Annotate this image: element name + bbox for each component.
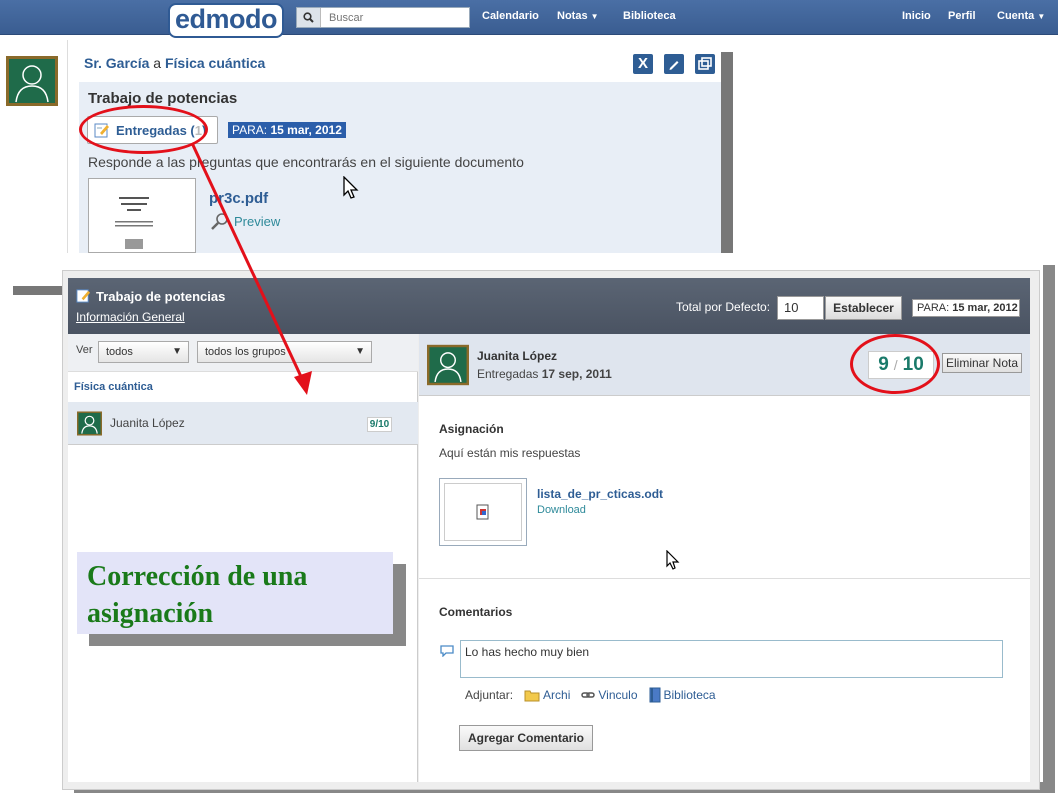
group-name: Física cuántica xyxy=(74,381,153,393)
establecer-button[interactable]: Establecer xyxy=(825,296,902,320)
panel-shadow xyxy=(13,286,65,295)
caption-line-2: asignación xyxy=(87,598,214,629)
post-group[interactable]: Física cuántica xyxy=(165,55,265,71)
attach-file-link[interactable]: Archi xyxy=(524,688,570,702)
attach-file-label: Archi xyxy=(543,688,571,702)
close-icon[interactable]: X xyxy=(633,54,653,74)
due-date-badge: PARA: 15 mar, 2012 xyxy=(912,299,1020,317)
mouse-pointer-icon xyxy=(666,550,680,570)
document-icon xyxy=(476,504,490,520)
nav-notas[interactable]: Notas ▼ xyxy=(557,10,599,22)
attach-row: Adjuntar: Archi Vinculo Biblioteca xyxy=(465,687,716,703)
student-grade: 9/10 xyxy=(367,417,392,432)
submission-status: Entregadas 17 sep, 2011 xyxy=(477,367,612,381)
nav-notas-label: Notas xyxy=(557,10,588,22)
agregar-comentario-button[interactable]: Agregar Comentario xyxy=(459,725,593,751)
post-title: Trabajo de potencias xyxy=(88,90,238,107)
chevron-down-icon: ▼ xyxy=(1037,12,1046,21)
edit-icon[interactable] xyxy=(664,54,684,74)
eliminar-nota-button[interactable]: Eliminar Nota xyxy=(942,353,1022,373)
student-name: Juanita López xyxy=(110,416,185,430)
teacher-avatar xyxy=(6,56,58,106)
folder-icon xyxy=(524,688,540,702)
caption-line-1: Corrección de una xyxy=(87,561,308,592)
submission-panel xyxy=(419,334,1030,782)
submission-file-link[interactable]: lista_de_pr_cticas.odt xyxy=(537,487,663,501)
panel-shadow xyxy=(1043,265,1055,793)
student-avatar xyxy=(77,411,102,436)
annotation-circle-grade xyxy=(850,334,940,394)
caption-box: Corrección de una asignación xyxy=(77,552,393,634)
submission-student-name: Juanita López xyxy=(477,349,558,363)
edmodo-logo[interactable]: edmodo xyxy=(168,3,284,38)
chain-link-icon xyxy=(581,690,596,700)
assignment-heading: Asignación xyxy=(439,422,504,436)
nav-inicio[interactable]: Inicio xyxy=(902,10,931,22)
post-card-shadow xyxy=(721,52,733,253)
annotation-arrow xyxy=(190,142,312,395)
file-thumbnail[interactable] xyxy=(439,478,527,546)
nav-biblioteca[interactable]: Biblioteca xyxy=(623,10,676,22)
mouse-pointer-icon xyxy=(343,176,359,199)
expand-icon[interactable] xyxy=(695,54,715,74)
nav-perfil[interactable]: Perfil xyxy=(948,10,976,22)
assignment-icon xyxy=(76,288,91,303)
post-author[interactable]: Sr. García xyxy=(84,55,149,71)
post-connector: a xyxy=(153,55,162,71)
assignment-text: Aquí están mis respuestas xyxy=(439,446,581,460)
info-general-link[interactable]: Información General xyxy=(76,310,185,324)
nav-cuenta-label: Cuenta xyxy=(997,10,1035,22)
attach-label: Adjuntar: xyxy=(465,688,514,702)
search-box[interactable] xyxy=(296,7,470,28)
chevron-down-icon: ▼ xyxy=(590,12,599,21)
attach-library-label: Biblioteca xyxy=(663,688,716,702)
comments-heading: Comentarios xyxy=(439,605,513,619)
divider xyxy=(419,578,1030,579)
total-label: Total por Defecto: xyxy=(676,300,771,314)
attach-link-label: Vinculo xyxy=(598,688,638,702)
student-avatar xyxy=(427,344,469,386)
attach-link-link[interactable]: Vinculo xyxy=(581,688,638,702)
nav-cuenta[interactable]: Cuenta ▼ xyxy=(997,10,1045,22)
view-select[interactable]: todos ▼ xyxy=(98,341,189,363)
search-input[interactable] xyxy=(321,8,461,27)
search-icon xyxy=(297,8,321,27)
attach-library-link[interactable]: Biblioteca xyxy=(649,687,716,703)
book-icon xyxy=(649,687,661,703)
comment-input[interactable]: Lo has hecho muy bien xyxy=(460,640,1003,678)
total-input[interactable]: 10 xyxy=(777,296,824,320)
comment-bubble-icon xyxy=(440,645,454,657)
download-link[interactable]: Download xyxy=(537,504,586,516)
nav-calendario[interactable]: Calendario xyxy=(482,10,539,22)
post-header: Sr. García a Física cuántica xyxy=(84,55,265,71)
ver-label: Ver xyxy=(76,344,93,356)
dropdown-arrow-icon: ▼ xyxy=(355,346,365,357)
